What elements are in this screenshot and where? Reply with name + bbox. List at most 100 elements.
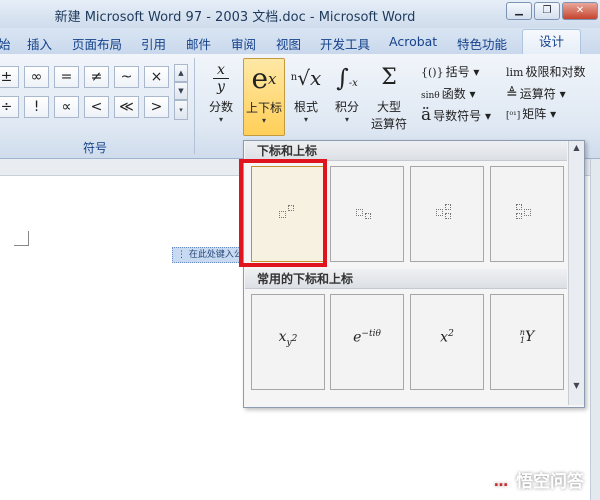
tab-view[interactable]: 视图	[276, 34, 301, 53]
accent-button[interactable]: ä 导数符号 ▾	[421, 105, 491, 125]
common-e-exponent[interactable]: e−tiθ	[330, 294, 404, 390]
title-bar: 新建 Microsoft Word 97 - 2003 文档.doc - Mic…	[0, 0, 600, 29]
tab-page-layout[interactable]: 页面布局	[72, 34, 122, 53]
symbol-divide[interactable]: ÷	[0, 96, 19, 118]
symbol-plus-minus[interactable]: ±	[0, 66, 19, 88]
radical-label: 根式	[293, 100, 318, 114]
symbols-group-label: 符号	[82, 141, 107, 155]
common-x-sub-y-squared[interactable]: xy2	[251, 294, 325, 390]
tab-references[interactable]: 引用	[141, 34, 166, 53]
fraction-dropdown-icon: ▾	[218, 115, 223, 124]
symbol-scroll-up-icon[interactable]: ▲	[174, 64, 188, 82]
gallery-scrollbar[interactable]: ▲ ▼	[568, 141, 584, 405]
tab-developer[interactable]: 开发工具	[320, 34, 370, 53]
symbol-more-icon[interactable]: ▾	[174, 100, 188, 120]
accent-label: 导数符号	[433, 109, 482, 123]
word-window: 新建 Microsoft Word 97 - 2003 文档.doc - Mic…	[0, 0, 600, 500]
gallery-scroll-up-icon[interactable]: ▲	[569, 143, 584, 152]
symbol-equals[interactable]: =	[54, 66, 79, 88]
operator-icon: ≜	[506, 86, 518, 102]
radical-dropdown-icon: ▾	[303, 115, 308, 124]
formula-sup: −tiθ	[361, 329, 381, 339]
symbol-greater-than[interactable]: >	[144, 96, 169, 118]
symbol-infinity[interactable]: ∞	[24, 66, 49, 88]
integral-icon: ∫-x	[336, 64, 358, 92]
tab-insert[interactable]: 插入	[27, 34, 52, 53]
symbol-much-less[interactable]: ≪	[114, 96, 139, 118]
gallery-section-title-1: 下标和上标	[245, 141, 567, 161]
vertical-scrollbar[interactable]	[590, 159, 600, 500]
sub-placeholder-icon	[365, 213, 371, 219]
symbol-scroll-down-icon[interactable]: ▼	[174, 82, 188, 100]
large-operator-label-2: 运算符	[370, 117, 407, 131]
fraction-button[interactable]: x y 分数 ▾	[203, 58, 239, 134]
watermark-text: 悟空问答	[516, 472, 584, 492]
base-placeholder-icon	[524, 209, 531, 216]
script-button[interactable]: ex 上下标 ▾	[243, 58, 285, 136]
function-icon: sinθ	[421, 91, 440, 101]
script-label: 上下标	[245, 101, 282, 115]
integral-button[interactable]: ∫-x 积分 ▾	[330, 58, 364, 134]
symbol-tilde[interactable]: ~	[114, 66, 139, 88]
formula-base: Y	[524, 329, 535, 345]
radical-button[interactable]: n√x 根式 ▾	[288, 58, 324, 134]
matrix-label: 矩阵	[522, 107, 547, 121]
close-icon[interactable]: ✕	[562, 2, 598, 20]
function-label: 函数	[441, 87, 466, 101]
formula-sup: 2	[291, 333, 298, 344]
tab-home[interactable]: 始	[0, 34, 11, 53]
tab-special[interactable]: 特色功能	[457, 34, 507, 53]
template-sub-superscript[interactable]	[410, 166, 484, 262]
common-x-squared[interactable]: x2	[410, 294, 484, 390]
presup-placeholder-icon	[516, 204, 522, 210]
sup-placeholder-icon	[445, 204, 451, 210]
bracket-button[interactable]: {()} 括号 ▾	[421, 63, 479, 80]
large-operator-button[interactable]: Σ 大型 运算符	[367, 58, 411, 134]
gallery-scroll-down-icon[interactable]: ▼	[569, 381, 584, 390]
symbol-less-than[interactable]: <	[84, 96, 109, 118]
tab-review[interactable]: 审阅	[231, 34, 256, 53]
formula-base: x	[278, 329, 287, 345]
red-highlight-box	[239, 159, 327, 267]
matrix-button[interactable]: [⁰¹] 矩阵 ▾	[506, 105, 556, 122]
matrix-icon: [⁰¹]	[506, 111, 521, 121]
tab-mailings[interactable]: 邮件	[186, 34, 211, 53]
formula-base: x	[440, 329, 449, 346]
large-operator-label-1: 大型	[376, 100, 401, 114]
template-subscript[interactable]	[330, 166, 404, 262]
common-formula-1: xy2	[252, 329, 324, 348]
group-separator	[194, 58, 195, 154]
formula-sup: 2	[448, 329, 454, 339]
fraction-label: 分数	[208, 100, 233, 114]
integral-label: 积分	[334, 100, 359, 114]
large-operator-icon: Σ	[381, 65, 397, 90]
equation-handle-icon[interactable]: ⋮	[177, 250, 189, 260]
fraction-icon: x y	[203, 58, 239, 98]
template-left-sub-superscript[interactable]	[490, 166, 564, 262]
symbol-proportional[interactable]: ∝	[54, 96, 79, 118]
bracket-icon: {()}	[421, 66, 444, 79]
operator-label: 运算符	[519, 87, 556, 101]
function-button[interactable]: sinθ 函数 ▾	[421, 85, 476, 102]
symbol-times[interactable]: ×	[144, 66, 169, 88]
limit-log-button[interactable]: lim 极限和对数	[506, 63, 585, 80]
common-formula-3: x2	[411, 329, 483, 346]
limit-icon: lim	[506, 66, 524, 79]
integral-dropdown-icon: ▾	[344, 115, 349, 124]
tab-design[interactable]: 设计	[522, 29, 582, 54]
symbol-not-equal[interactable]: ≠	[84, 66, 109, 88]
margin-corner-mark	[14, 231, 29, 246]
tab-acrobat[interactable]: Acrobat	[389, 34, 437, 49]
speech-bubble-icon: …	[490, 471, 512, 493]
minimize-icon[interactable]: ▁	[506, 2, 532, 20]
symbol-factorial[interactable]: !	[24, 96, 49, 118]
ribbon-tab-bar: 始 插入 页面布局 引用 邮件 审阅 视图 开发工具 Acrobat 特色功能 …	[0, 28, 600, 54]
common-pre-scripts-y[interactable]: n1Y	[490, 294, 564, 390]
restore-icon[interactable]: ❐	[534, 2, 560, 20]
common-formula-4: n1Y	[491, 329, 563, 346]
watermark: … 悟空问答	[490, 467, 584, 493]
operator-button[interactable]: ≜ 运算符 ▾	[506, 85, 566, 102]
limit-log-label: 极限和对数	[525, 65, 586, 79]
presub-placeholder-icon	[516, 213, 522, 219]
base-placeholder-icon	[436, 209, 443, 216]
